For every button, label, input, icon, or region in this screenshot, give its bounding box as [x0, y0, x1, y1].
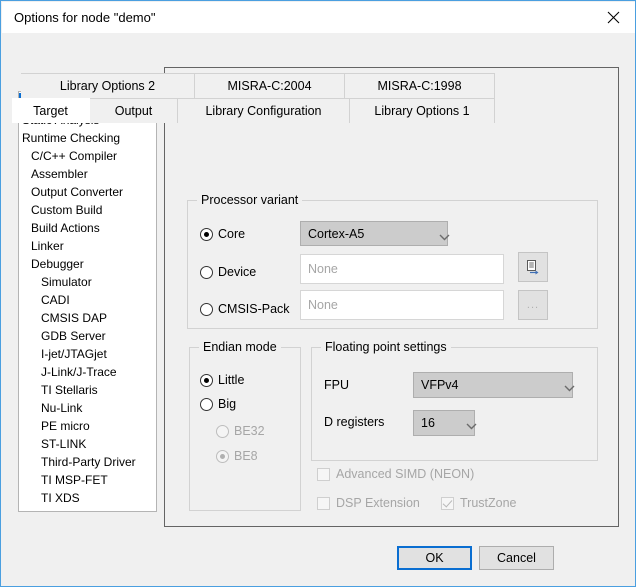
radio-core[interactable]: Core: [200, 227, 245, 241]
radio-core-label: Core: [218, 227, 246, 241]
category-item[interactable]: Simulator: [19, 273, 156, 291]
core-combo[interactable]: Cortex-A5: [300, 221, 450, 246]
category-item[interactable]: TI MSP-FET: [19, 471, 156, 489]
tab-row-secondary: Library Options 2 MISRA-C:2004 MISRA-C:199…: [1, 73, 495, 98]
radio-endian-big[interactable]: Big: [200, 397, 236, 411]
radio-endian-little-label: Little: [218, 373, 245, 387]
tab[interactable]: Target: [12, 98, 90, 123]
radio-endian-be32[interactable]: BE32: [216, 424, 265, 438]
radio-endian-be32-label: BE32: [234, 424, 265, 438]
cmsis-pack-field-value: None: [308, 298, 338, 312]
fpu-combo[interactable]: VFPv4: [413, 372, 575, 398]
d-registers-combo-value: 16: [421, 416, 435, 430]
window-title: Options for node "demo": [14, 10, 156, 25]
processor-variant-title: Processor variant: [197, 193, 303, 207]
checkbox-dsp-extension[interactable]: DSP Extension: [317, 496, 420, 510]
category-list[interactable]: General OptionsStatic AnalysisRuntime Ch…: [18, 91, 157, 512]
radio-device[interactable]: Device: [200, 265, 256, 279]
radio-device-label: Device: [218, 265, 257, 279]
category-item[interactable]: Runtime Checking: [19, 129, 156, 147]
cancel-button-label: Cancel: [497, 551, 536, 565]
tab[interactable]: MISRA-C:1998: [345, 73, 495, 98]
fpu-label: FPU: [324, 378, 349, 392]
device-field[interactable]: None: [300, 254, 504, 284]
ok-button[interactable]: OK: [397, 546, 472, 570]
checkbox-dsp-extension-label: DSP Extension: [336, 496, 420, 510]
checkbox-advanced-simd-indicator: [317, 467, 330, 481]
cmsis-pack-browse-button[interactable]: ...: [518, 290, 548, 320]
category-item[interactable]: GDB Server: [19, 327, 156, 345]
close-icon[interactable]: [590, 2, 635, 33]
radio-endian-be8-label: BE8: [234, 449, 258, 463]
radio-endian-be8[interactable]: BE8: [216, 449, 258, 463]
category-item[interactable]: Assembler: [19, 165, 156, 183]
radio-device-indicator: [200, 265, 213, 279]
radio-endian-be8-indicator: [216, 449, 229, 463]
category-item[interactable]: Nu-Link: [19, 399, 156, 417]
category-item[interactable]: Linker: [19, 237, 156, 255]
core-combo-value: Cortex-A5: [308, 226, 365, 241]
tab[interactable]: MISRA-C:2004: [195, 73, 345, 98]
radio-core-indicator: [200, 227, 213, 241]
tab[interactable]: Library Options 1: [350, 98, 495, 123]
radio-cmsis-pack[interactable]: CMSIS-Pack: [200, 302, 290, 316]
tab-row-primary: Target Output Library Configuration Library…: [1, 98, 495, 123]
radio-cmsis-pack-label: CMSIS-Pack: [218, 302, 290, 316]
tab[interactable]: Library Options 2: [21, 73, 195, 98]
checkbox-advanced-simd[interactable]: Advanced SIMD (NEON): [317, 467, 474, 481]
checkbox-dsp-extension-indicator: [317, 496, 330, 510]
d-registers-label: D registers: [324, 415, 385, 429]
floating-point-group: Floating point settings: [311, 340, 598, 461]
category-item[interactable]: I-jet/JTAGjet: [19, 345, 156, 363]
radio-endian-big-indicator: [200, 397, 213, 411]
device-field-value: None: [308, 262, 338, 276]
ok-button-label: OK: [425, 551, 444, 565]
category-item[interactable]: Third-Party Driver: [19, 453, 156, 471]
cmsis-pack-browse-label: ...: [526, 299, 540, 311]
category-item[interactable]: TI XDS: [19, 489, 156, 507]
radio-cmsis-pack-indicator: [200, 302, 213, 316]
category-item[interactable]: TI Stellaris: [19, 381, 156, 399]
category-item[interactable]: CADI: [19, 291, 156, 309]
options-dialog: Options for node "demo" Category: Genera…: [0, 0, 636, 587]
checkbox-trustzone-label: TrustZone: [460, 496, 517, 510]
cancel-button[interactable]: Cancel: [479, 546, 554, 570]
category-item[interactable]: CMSIS DAP: [19, 309, 156, 327]
radio-endian-big-label: Big: [218, 397, 237, 411]
endian-mode-title: Endian mode: [199, 340, 281, 354]
tab[interactable]: Output: [90, 98, 178, 123]
fpu-combo-value: VFPv4: [421, 378, 459, 392]
radio-endian-be32-indicator: [216, 424, 229, 438]
device-browse-icon[interactable]: [518, 252, 548, 282]
category-item[interactable]: Build Actions: [19, 219, 156, 237]
category-item[interactable]: C/C++ Compiler: [19, 147, 156, 165]
checkbox-advanced-simd-label: Advanced SIMD (NEON): [336, 467, 475, 481]
d-registers-combo[interactable]: 16: [413, 410, 477, 436]
title-bar: Options for node "demo": [2, 2, 635, 33]
checkbox-trustzone[interactable]: TrustZone: [441, 496, 517, 510]
radio-endian-little-indicator: [200, 373, 213, 387]
category-item[interactable]: ST-LINK: [19, 435, 156, 453]
checkbox-trustzone-indicator: [441, 496, 454, 510]
radio-endian-little[interactable]: Little: [200, 373, 244, 387]
tab[interactable]: Library Configuration: [178, 98, 350, 123]
category-item[interactable]: Output Converter: [19, 183, 156, 201]
cmsis-pack-field[interactable]: None: [300, 290, 504, 320]
category-item[interactable]: J-Link/J-Trace: [19, 363, 156, 381]
category-item[interactable]: PE micro: [19, 417, 156, 435]
category-item[interactable]: Debugger: [19, 255, 156, 273]
category-item[interactable]: Custom Build: [19, 201, 156, 219]
floating-point-title: Floating point settings: [321, 340, 451, 354]
